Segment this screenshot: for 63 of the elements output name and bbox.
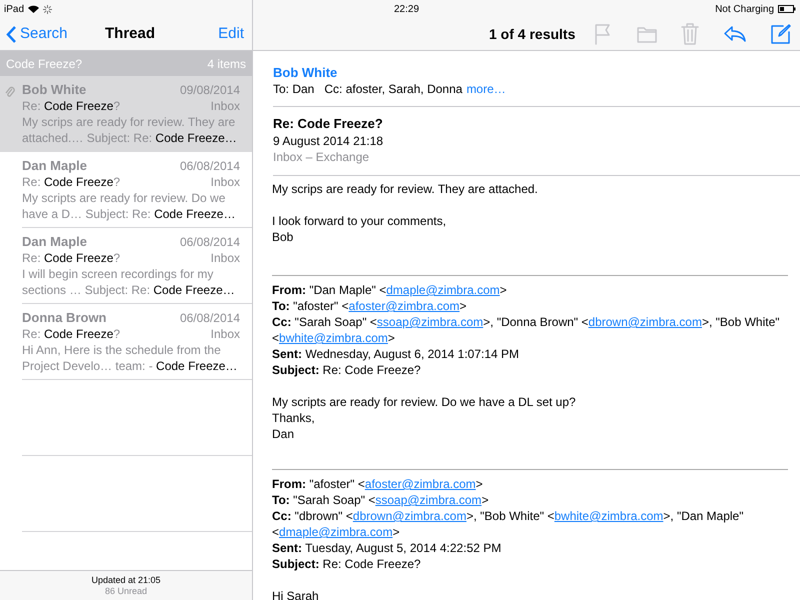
unread-count: 86 Unread (104, 586, 148, 596)
results-count: 1 of 4 results (489, 24, 576, 44)
thread-subject: Code Freeze? (6, 56, 82, 72)
message-date: 06/08/2014 (180, 310, 240, 326)
quoted-body: My scripts are ready for review. Do we have a DL set up? Thanks, Dan (272, 394, 577, 442)
sender-name: Dan Maple (22, 234, 88, 250)
email-subject: Re: Code Freeze? (273, 115, 384, 133)
message-preview: I will begin screen recordings for my sections … Subject: Re: Code Freeze… (22, 266, 236, 298)
folder-label: Inbox (210, 250, 240, 266)
message-preview: My scrips are ready for review. They are attached.… Subject: Re: Code Freeze… (22, 114, 238, 146)
message-subject: Re: Code Freeze? (22, 326, 120, 342)
email-link[interactable]: bwhite@zimbra.com (554, 509, 664, 523)
quoted-body: Hi Sarah (272, 588, 320, 600)
email-link[interactable]: ssoap@zimbra.com (376, 315, 484, 329)
message-subject: Re: Code Freeze? (22, 174, 120, 190)
message-list-item[interactable]: Bob White 09/08/2014 Re: Code Freeze? Inbox My scrips are ready for review. They are attached.… Subject: Re: Code Freeze… (0, 76, 252, 152)
recipient-to: To: Dan (273, 81, 314, 98)
header-line: Subject: Re: Code Freeze? (272, 556, 422, 572)
sender-name: Donna Brown (22, 310, 106, 326)
message-date: 06/08/2014 (180, 234, 240, 250)
clock-time: 22:29 (394, 2, 420, 16)
mailbox-label: Inbox – Exchange (273, 149, 370, 165)
battery-status: Not Charging (715, 2, 774, 16)
body-paragraph: I look forward to your comments, Bob (272, 213, 448, 245)
message-subject: Re: Code Freeze? (22, 250, 120, 266)
sender-name: Bob White (22, 82, 86, 98)
edit-button[interactable]: Edit (218, 22, 246, 46)
email-link[interactable]: dmaple@zimbra.com (279, 525, 393, 539)
email-link[interactable]: dmaple@zimbra.com (386, 283, 500, 297)
email-link[interactable]: dbrown@zimbra.com (588, 315, 702, 329)
header-line: Sent: Wednesday, August 6, 2014 1:07:14 PM (272, 346, 520, 362)
header-line: To: "Sarah Soap" <ssoap@zimbra.com> (272, 492, 490, 508)
folder-label: Inbox (210, 174, 240, 190)
header-line: To: "afoster" <afoster@zimbra.com> (272, 298, 468, 314)
email-link[interactable]: dbrown@zimbra.com (352, 509, 466, 523)
header-line: Cc: "Sarah Soap" <ssoap@zimbra.com>, "Donna Brown" <dbrown@zimbra.com>, "Bob White" <bwhite@zimbra.com> (272, 314, 781, 346)
email-link[interactable]: bwhite@zimbra.com (279, 331, 388, 345)
message-date: 06/08/2014 (180, 158, 240, 174)
back-button[interactable]: Search (6, 22, 68, 46)
header-line: Subject: Re: Code Freeze? (272, 362, 422, 378)
updated-status: Updated at 21:05 (91, 574, 161, 586)
thread-title: Thread (105, 24, 156, 44)
message-date: 09/08/2014 (180, 82, 240, 98)
message-subject: Re: Code Freeze? (22, 98, 120, 114)
recipient-cc: Cc: afoster, Sarah, Donna (324, 81, 462, 98)
email-date: 9 August 2014 21:18 (273, 133, 384, 149)
header-line: From: "Dan Maple" <dmaple@zimbra.com> (272, 282, 508, 298)
folder-label: Inbox (210, 326, 240, 342)
device-name: iPad (4, 2, 24, 16)
thread-count: 4 items (207, 56, 246, 72)
more-link[interactable]: more… (466, 81, 506, 98)
folder-label: Inbox (210, 98, 240, 114)
sender-name[interactable]: Bob White (273, 64, 800, 81)
sender-name: Dan Maple (22, 158, 88, 174)
email-link[interactable]: afoster@zimbra.com (364, 477, 476, 491)
message-preview: Hi Ann, Here is the schedule from the Project Develo… team: - Code Freeze… (22, 342, 238, 374)
header-line: Sent: Tuesday, August 5, 2014 4:22:52 PM (272, 540, 502, 556)
header-line: Cc: "dbrown" <dbrown@zimbra.com>, "Bob White" <bwhite@zimbra.com>, "Dan Maple" <dmaple@zimbra.com> (272, 508, 744, 540)
email-link[interactable]: afoster@zimbra.com (348, 299, 460, 313)
message-preview: My scripts are ready for review. Do we have a D… Subject: Re: Code Freeze… (22, 190, 236, 222)
body-paragraph: My scrips are ready for review. They are attached. (272, 181, 539, 197)
header-line: From: "afoster" <afoster@zimbra.com> (272, 476, 484, 492)
email-link[interactable]: ssoap@zimbra.com (375, 493, 482, 507)
